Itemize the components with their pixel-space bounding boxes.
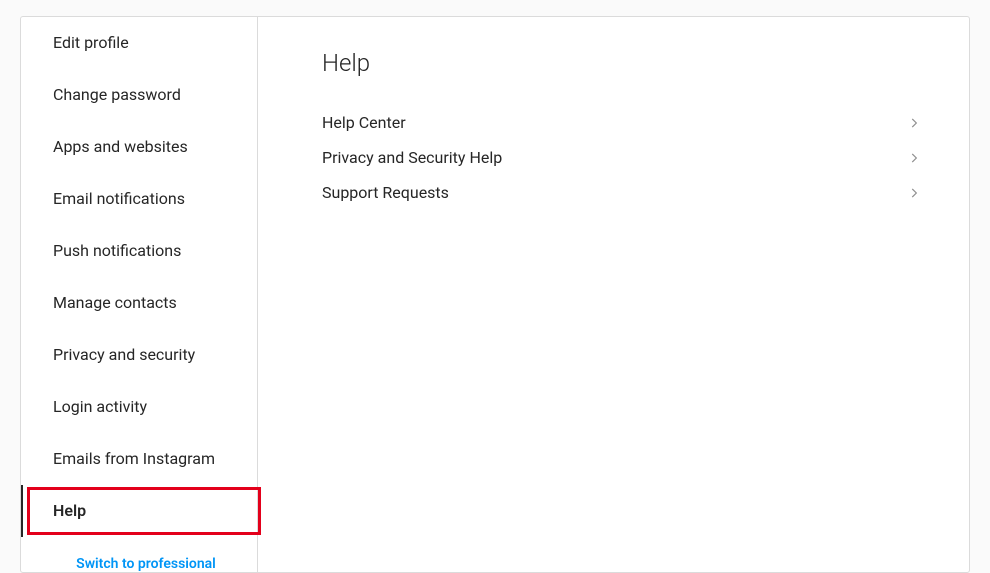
sidebar-item-manage-contacts[interactable]: Manage contacts (21, 277, 257, 329)
sidebar-item-privacy-security[interactable]: Privacy and security (21, 329, 257, 381)
help-links-list: Help Center Privacy and Security Help Su… (322, 105, 921, 210)
sidebar-item-label: Apps and websites (53, 137, 188, 156)
main-content: Help Help Center Privacy and Security He… (258, 17, 969, 572)
chevron-right-icon (907, 116, 921, 130)
sidebar-item-label: Manage contacts (53, 293, 177, 312)
sidebar-item-label: Help (53, 501, 86, 520)
sidebar-switch-professional[interactable]: Switch to professional (21, 537, 257, 573)
help-link-label: Support Requests (322, 183, 449, 202)
help-link-support-requests[interactable]: Support Requests (322, 175, 921, 210)
help-link-help-center[interactable]: Help Center (322, 105, 921, 140)
sidebar-item-push-notifications[interactable]: Push notifications (21, 225, 257, 277)
sidebar-item-apps-websites[interactable]: Apps and websites (21, 121, 257, 173)
sidebar-item-label: Emails from Instagram (53, 449, 215, 468)
sidebar-item-label: Email notifications (53, 189, 185, 208)
sidebar-item-label: Change password (53, 85, 181, 104)
chevron-right-icon (907, 151, 921, 165)
settings-sidebar: Edit profile Change password Apps and we… (21, 17, 258, 572)
sidebar-item-label: Edit profile (53, 33, 129, 52)
sidebar-item-login-activity[interactable]: Login activity (21, 381, 257, 433)
help-link-privacy-security[interactable]: Privacy and Security Help (322, 140, 921, 175)
sidebar-item-label: Login activity (53, 397, 147, 416)
sidebar-item-label: Push notifications (53, 241, 181, 260)
sidebar-item-help[interactable]: Help (21, 485, 257, 537)
page-title: Help (322, 49, 921, 77)
sidebar-switch-label: Switch to professional (76, 556, 216, 572)
sidebar-item-change-password[interactable]: Change password (21, 69, 257, 121)
sidebar-item-email-notifications[interactable]: Email notifications (21, 173, 257, 225)
help-link-label: Help Center (322, 113, 406, 132)
help-link-label: Privacy and Security Help (322, 148, 502, 167)
chevron-right-icon (907, 186, 921, 200)
sidebar-item-edit-profile[interactable]: Edit profile (21, 17, 257, 69)
sidebar-item-emails-instagram[interactable]: Emails from Instagram (21, 433, 257, 485)
settings-container: Edit profile Change password Apps and we… (20, 16, 970, 573)
sidebar-item-label: Privacy and security (53, 345, 195, 364)
